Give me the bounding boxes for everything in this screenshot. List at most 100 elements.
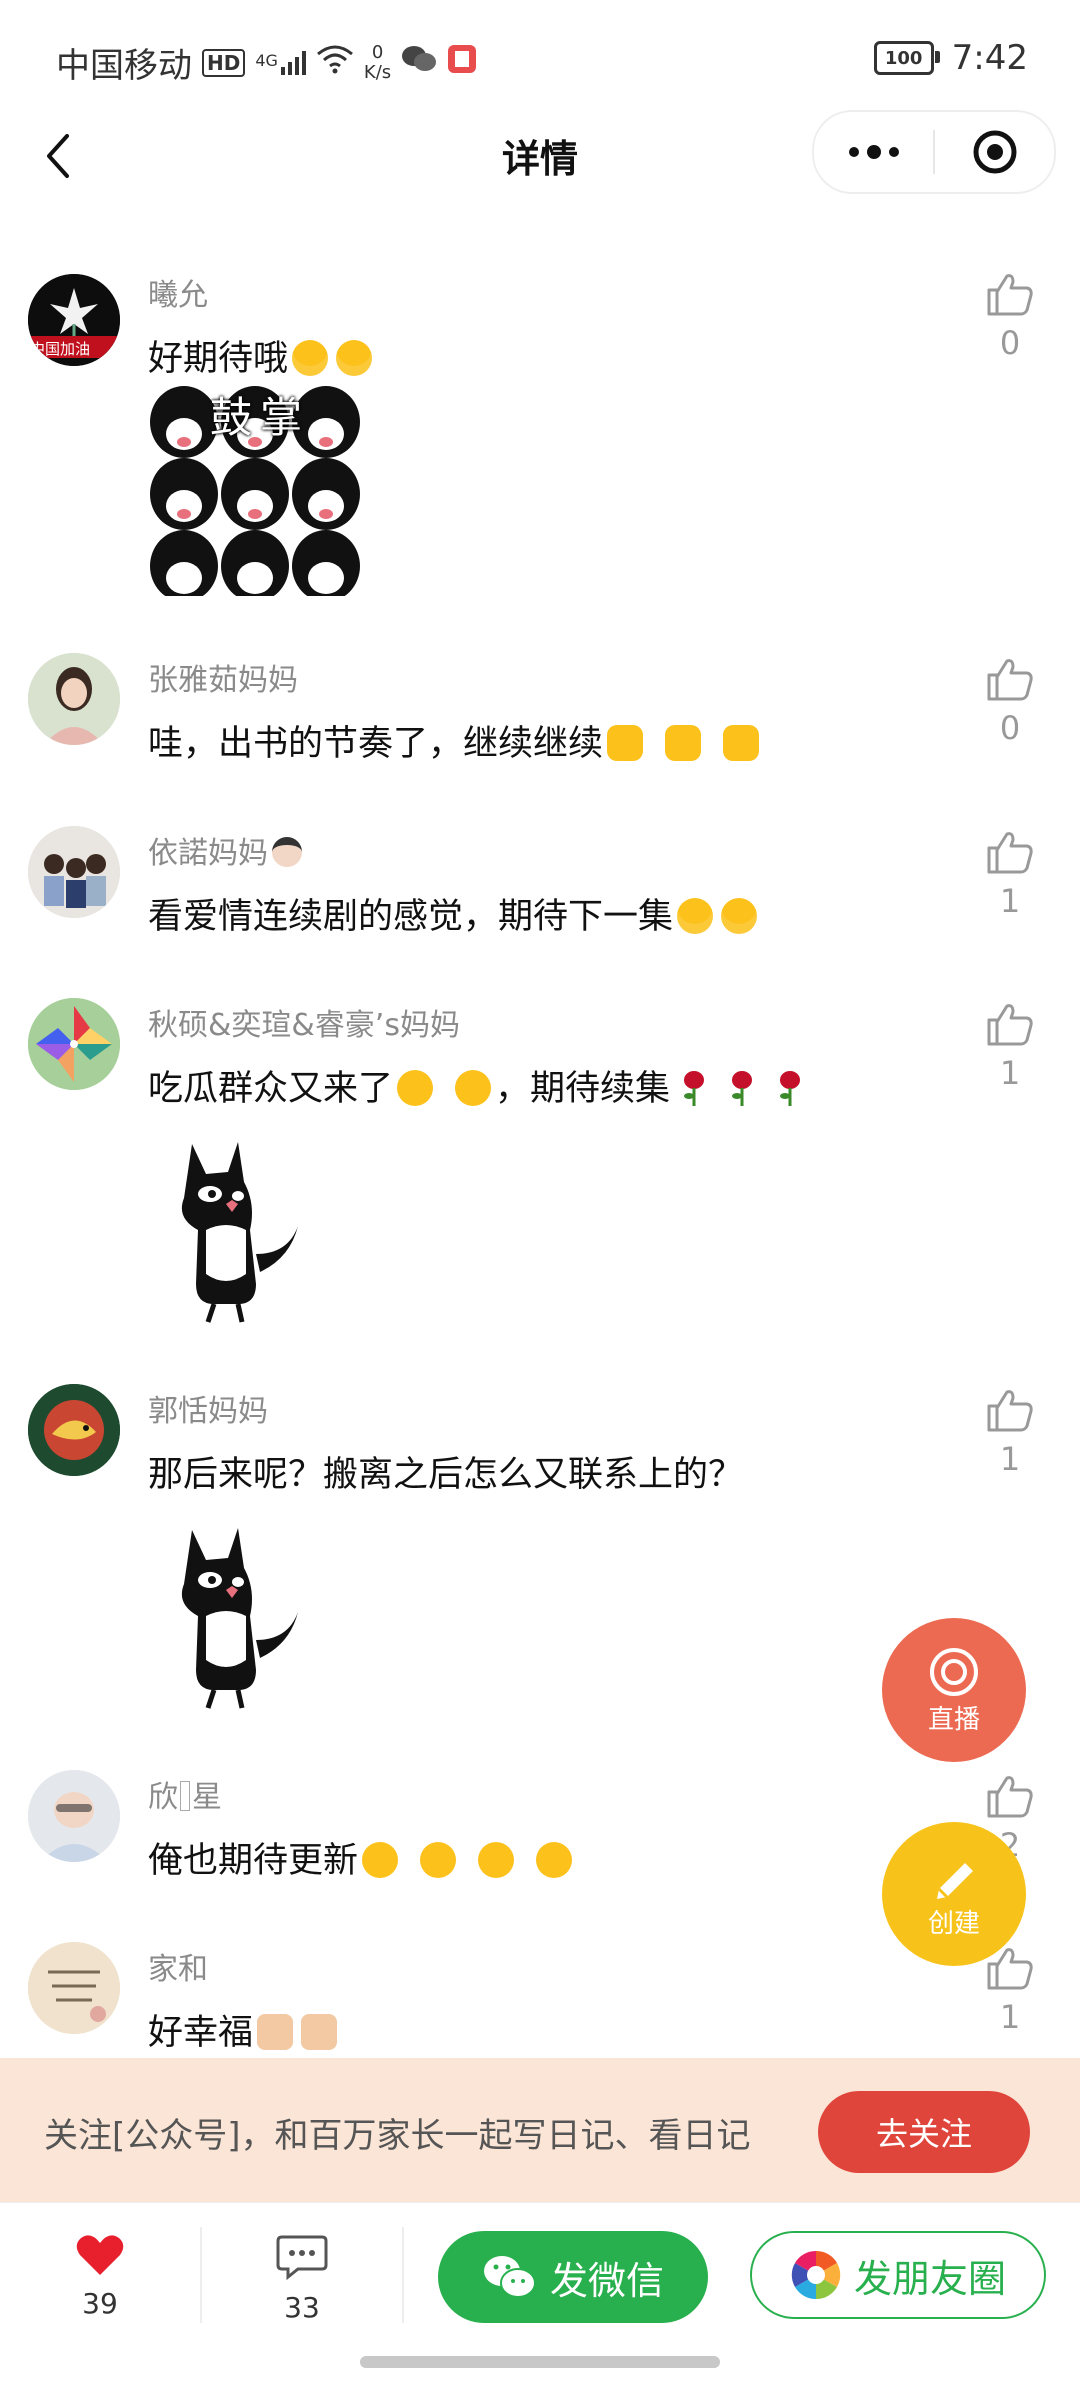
live-button[interactable]: 直播 xyxy=(882,1618,1026,1762)
woman-emoji-icon xyxy=(272,837,302,867)
grin-emoji-icon xyxy=(292,340,329,376)
carrier-label: 中国移动 xyxy=(56,46,192,86)
like-button[interactable]: 1 xyxy=(978,1944,1042,2036)
follow-banner: 关注[公众号]，和百万家长一起写日记、看日记 去关注 xyxy=(0,2058,1080,2202)
grin-emoji-icon xyxy=(677,898,714,934)
like-button[interactable]: 1 xyxy=(978,1000,1042,1092)
comment-text-body-2: ，期待续集 xyxy=(495,1069,671,1109)
avatar[interactable]: 中国加油 xyxy=(28,274,120,366)
status-left: 中国移动 HD 4G 0 K/s xyxy=(56,38,477,87)
waving-hand-emoji-icon xyxy=(607,725,644,761)
avatar[interactable] xyxy=(28,1384,120,1476)
thumbs-up-icon xyxy=(987,274,1033,316)
heart-dog-sticker[interactable] xyxy=(148,1520,348,1710)
avatar[interactable] xyxy=(28,826,120,918)
clapping-dog-sticker[interactable]: 鼓掌 xyxy=(148,382,362,602)
home-indicator[interactable] xyxy=(360,2356,720,2368)
thumbs-up-icon xyxy=(987,1776,1033,1818)
comment-text-body: 好幸福 xyxy=(148,2013,254,2053)
battery-icon: 100 xyxy=(873,41,940,75)
hugging-face-emoji-icon xyxy=(397,1070,434,1106)
winking-tongue-emoji-icon xyxy=(478,1842,515,1878)
close-miniprogram-button[interactable] xyxy=(935,112,1054,192)
waving-hand-emoji-icon xyxy=(723,725,760,761)
bottom-action-bar: 39 33 发微信 发朋友圈 xyxy=(0,2202,1080,2351)
thumbs-up-icon xyxy=(987,659,1033,701)
send-wechat-button[interactable]: 发微信 xyxy=(438,2231,708,2323)
like-count: 0 xyxy=(999,324,1021,362)
miniprogram-capsule xyxy=(812,110,1056,194)
like-count: 0 xyxy=(999,709,1021,747)
commenter-name: 秋硕&奕瑄&睿豪’s妈妈 xyxy=(148,1008,460,1043)
commenter-name: 曦允 xyxy=(148,278,208,313)
thumbs-up-emoji-icon xyxy=(301,2014,338,2050)
heart-dog-sticker[interactable] xyxy=(148,1134,348,1324)
comment-icon xyxy=(276,2235,328,2281)
create-label: 创建 xyxy=(927,1908,980,1939)
avatar[interactable] xyxy=(28,653,120,745)
create-button[interactable]: 创建 xyxy=(882,1822,1026,1966)
avatar[interactable] xyxy=(28,1942,120,2034)
like-count: 1 xyxy=(999,1054,1021,1092)
share-moments-label: 发朋友圈 xyxy=(853,2258,1006,2301)
comment-text: 吃瓜群众又来了 ，期待续集 xyxy=(148,1060,814,1111)
signal-icon: 4G xyxy=(255,50,306,75)
avatar[interactable] xyxy=(28,998,120,1090)
like-button[interactable]: 1 xyxy=(978,828,1042,920)
comment-post-button[interactable]: 33 xyxy=(242,2233,362,2324)
commenter-name: 家和 xyxy=(148,1952,208,1987)
comment-text: 看爱情连续剧的感觉，期待下一集 xyxy=(148,888,761,939)
like-button[interactable]: 0 xyxy=(978,655,1042,747)
like-post-button[interactable]: 39 xyxy=(40,2233,160,2320)
winking-tongue-emoji-icon xyxy=(362,1842,399,1878)
status-bar: 中国移动 HD 4G 0 K/s 100 7:42 xyxy=(0,0,1080,110)
share-moments-button[interactable]: 发朋友圈 xyxy=(750,2231,1046,2319)
commenter-name: 依諾妈妈 xyxy=(148,828,302,872)
moments-aperture-icon xyxy=(791,2250,841,2300)
grin-emoji-icon xyxy=(336,340,373,376)
like-button[interactable]: 0 xyxy=(978,270,1042,362)
like-count: 1 xyxy=(999,882,1021,920)
divider xyxy=(200,2227,202,2323)
rose-emoji-icon xyxy=(684,1071,705,1106)
net-speed: 0 K/s xyxy=(364,41,391,83)
wechat-notification-icon xyxy=(401,43,437,83)
more-button[interactable] xyxy=(814,112,933,192)
post-comment-count: 33 xyxy=(284,2291,320,2324)
net-speed-value: 0 xyxy=(371,41,384,63)
wifi-icon xyxy=(316,43,354,83)
winking-tongue-emoji-icon xyxy=(420,1842,457,1878)
avatar[interactable] xyxy=(28,1770,120,1862)
comment-text-body: 俺也期待更新 xyxy=(148,1841,359,1881)
sticker-caption: 鼓掌 xyxy=(210,393,311,442)
network-type: 4G xyxy=(255,50,278,70)
send-wechat-label: 发微信 xyxy=(549,2260,664,2303)
thumbs-up-icon xyxy=(987,1390,1033,1432)
wechat-icon xyxy=(483,2256,536,2298)
comment-text-body: 哇，出书的节奏了，继续继续 xyxy=(148,724,604,764)
rose-emoji-icon xyxy=(780,1071,801,1106)
avatar-caption: 中国加油 xyxy=(30,340,91,358)
commenter-name: 郭恬妈妈 xyxy=(148,1394,268,1429)
thumbs-up-icon xyxy=(987,832,1033,874)
clock: 7:42 xyxy=(951,38,1028,78)
target-icon xyxy=(973,130,1016,174)
follow-button[interactable]: 去关注 xyxy=(818,2091,1030,2173)
hd-badge: HD xyxy=(202,48,246,77)
comment-text: 俺也期待更新 xyxy=(148,1832,576,1883)
follow-banner-text: 关注[公众号]，和百万家长一起写日记、看日记 xyxy=(44,2116,751,2156)
grin-emoji-icon xyxy=(721,898,758,934)
like-count: 1 xyxy=(999,1440,1021,1478)
like-button[interactable]: 1 xyxy=(978,1386,1042,1478)
live-icon xyxy=(930,1647,978,1696)
waving-hand-emoji-icon xyxy=(665,725,702,761)
comment-text-body: 好期待哦 xyxy=(148,339,289,379)
commenter-name: 欣星 xyxy=(148,1780,222,1815)
commenter-name: 张雅茹妈妈 xyxy=(148,663,298,698)
thumbs-up-icon xyxy=(987,1004,1033,1046)
more-dots-icon xyxy=(848,145,899,159)
winking-tongue-emoji-icon xyxy=(536,1842,573,1878)
rose-emoji-icon xyxy=(732,1071,753,1106)
heart-icon xyxy=(76,2235,124,2275)
hugging-face-emoji-icon xyxy=(455,1070,492,1106)
